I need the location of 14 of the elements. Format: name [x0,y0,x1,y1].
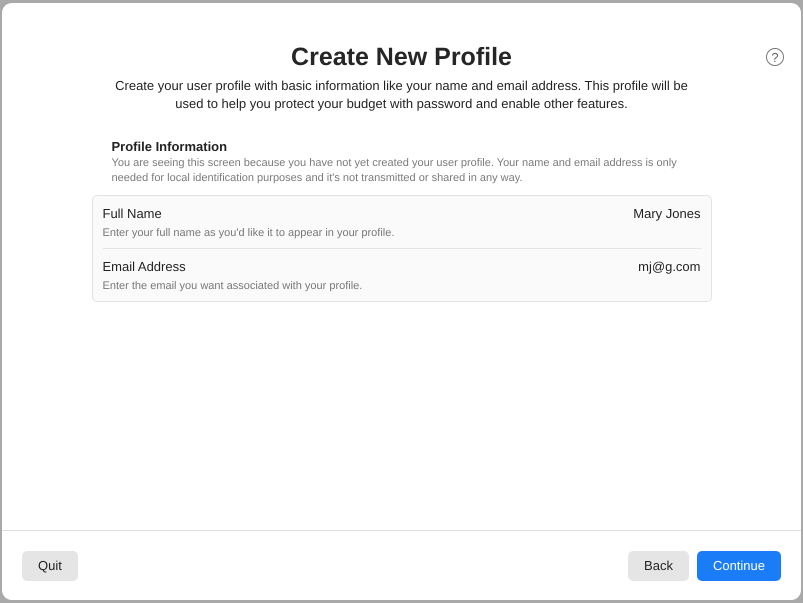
secondary-button[interactable]: Back [628,550,689,580]
quit-button[interactable]: Quit [22,550,78,580]
continue-button[interactable]: Continue [696,550,781,580]
field-hint: Enter the email you want associated with your profile. [102,280,364,292]
section-description: You are seeing this screen because you have not yet created your user profile. Your name and email address is only needed for local identification purposes and it's not transmitted or shared in any way. [112,156,678,186]
help-button[interactable]: ? [766,48,784,66]
input-field[interactable]: mj@g.com [400,259,700,274]
dialog-title: Create New Profile [291,42,512,73]
field-hint: Enter your full name as you'd like it to appear in your profile. [102,227,396,239]
dialog-subtitle: Create your user profile with basic information like your name and email address. This profile will be used to help you protect your budget with password and enable other features. [114,77,689,113]
input-field[interactable]: Mary Jones [400,206,700,221]
section-title: Profile Information [112,139,228,154]
field-label: Email Address [102,259,186,274]
field-label: Full Name [102,206,162,221]
